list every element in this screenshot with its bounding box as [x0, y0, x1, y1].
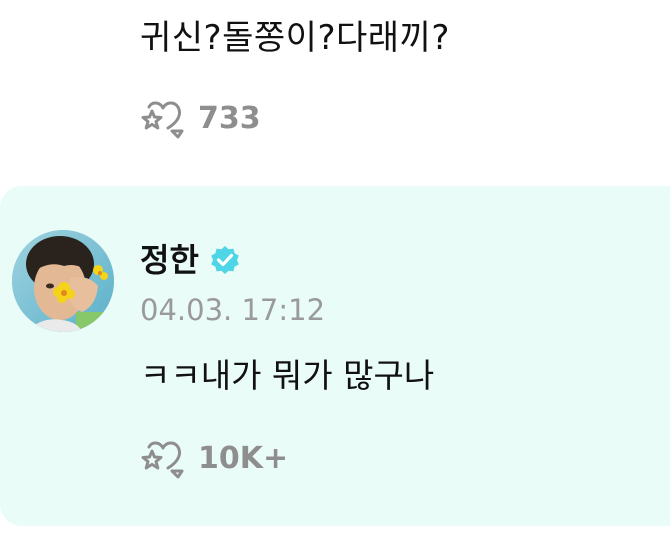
- timestamp: 04.03. 17:12: [140, 293, 326, 327]
- comment-item: 귀신?돌쫑이?다래끼? 733: [0, 0, 670, 180]
- avatar-photo: [12, 230, 114, 332]
- reply-text: ㅋㅋ내가 뭐가 많구나: [140, 356, 435, 395]
- reaction-heart-star-icon: [141, 101, 184, 139]
- verified-badge-icon: [211, 246, 239, 274]
- comment-thread: 귀신?돌쫑이?다래끼? 733 정한 04.03. 17:12 ㅋㅋ내가 뭐가 …: [0, 0, 670, 541]
- reaction-count: 733: [198, 101, 261, 136]
- author-row: 정한: [140, 240, 243, 280]
- author-name[interactable]: 정한: [140, 240, 199, 280]
- reply-reaction-button[interactable]: 10K+: [138, 438, 288, 480]
- reaction-count: 10K+: [198, 441, 289, 476]
- comment-text: 귀신?돌쫑이?다래끼?: [140, 18, 450, 58]
- reaction-heart-star-icon: [141, 441, 184, 479]
- highlighted-reply: 정한 04.03. 17:12 ㅋㅋ내가 뭐가 많구나 10K+: [0, 186, 670, 526]
- comment-reaction-button[interactable]: 733: [138, 98, 261, 140]
- avatar[interactable]: [12, 230, 114, 332]
